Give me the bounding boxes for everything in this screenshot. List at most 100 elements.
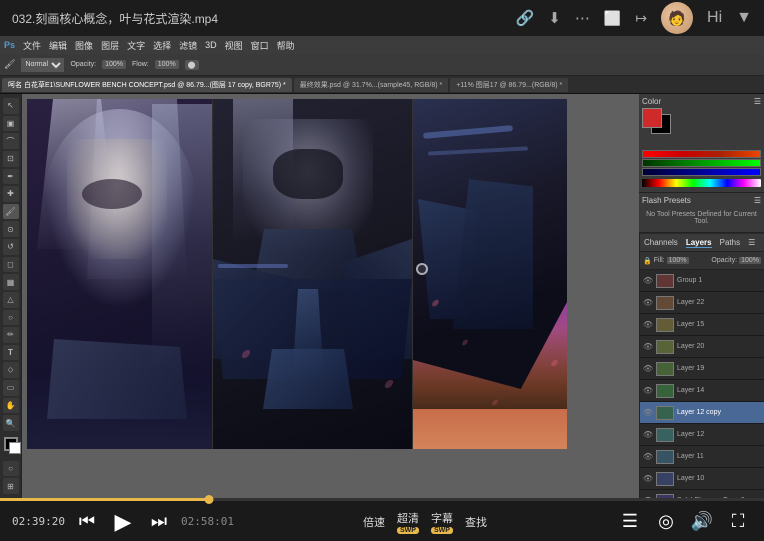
layer-eye-0[interactable]: 👁 [643, 276, 653, 286]
progress-container[interactable] [0, 498, 764, 501]
ps-menu-select[interactable]: 选择 [153, 39, 171, 52]
ps-tab-2[interactable]: +11% 图层17 @ 86.79...(RGB/8) * [450, 78, 568, 92]
layer-item-1[interactable]: 👁Layer 22 [640, 292, 764, 314]
tool-zoom[interactable]: 🔍 [3, 415, 19, 431]
tool-gradient[interactable]: ▦ [3, 274, 19, 290]
layer-item-7[interactable]: 👁Layer 12 [640, 424, 764, 446]
ps-tab-0[interactable]: 呵名 白花草E1\SUNFLOWER BENCH CONCEPT.psd @ 8… [2, 78, 292, 92]
prev-button[interactable]: ⏮ [73, 508, 101, 536]
tool-pen[interactable]: ✏ [3, 327, 19, 343]
layer-item-8[interactable]: 👁Layer 11 [640, 446, 764, 468]
ps-flow-label: Flow: [132, 61, 149, 68]
color-spectrum[interactable] [642, 179, 761, 187]
layer-eye-2[interactable]: 👁 [643, 320, 653, 330]
layer-item-10[interactable]: 👁Solid Blossom Face 6 [640, 490, 764, 498]
r-slider[interactable] [642, 150, 761, 158]
ps-menu-filter[interactable]: 滤镜 [179, 39, 197, 52]
layer-item-4[interactable]: 👁Layer 19 [640, 358, 764, 380]
tool-eyedrop[interactable]: ✒ [3, 169, 19, 185]
ps-menu-image[interactable]: 图像 [75, 39, 93, 52]
tool-blur[interactable]: △ [3, 292, 19, 308]
g-slider[interactable] [642, 159, 761, 167]
fg-color-swatch[interactable] [642, 108, 662, 128]
tool-crop[interactable]: ⊡ [3, 151, 19, 167]
layer-item-5[interactable]: 👁Layer 14 [640, 380, 764, 402]
layer-eye-7[interactable]: 👁 [643, 430, 653, 440]
ps-opacity-value[interactable]: 100% [102, 60, 126, 69]
fill-label: Fill: [654, 257, 665, 264]
ps-blend-mode[interactable]: Normal [21, 58, 64, 72]
tool-mask[interactable]: ○ [3, 461, 19, 477]
layer-thumb-0 [656, 274, 674, 288]
download-icon[interactable]: ⬇ [548, 9, 561, 27]
tool-lasso[interactable]: ⌒ [3, 133, 19, 149]
ps-menu-text[interactable]: 文字 [127, 39, 145, 52]
tool-quick[interactable]: ⊞ [3, 478, 19, 494]
pip-icon[interactable]: ⬜ [604, 10, 621, 27]
layer-eye-6[interactable]: 👁 [643, 408, 653, 418]
ps-menu-file[interactable]: 文件 [23, 39, 41, 52]
tool-dodge[interactable]: ○ [3, 310, 19, 326]
layer-eye-8[interactable]: 👁 [643, 452, 653, 462]
tool-select[interactable]: ▣ [3, 116, 19, 132]
layer-item-3[interactable]: 👁Layer 20 [640, 336, 764, 358]
avatar[interactable]: 🧑 [661, 2, 693, 34]
ps-screenshot: Ps 文件 编辑 图像 图层 文字 选择 滤镜 3D 视图 窗口 帮助 🖌 No… [0, 36, 764, 498]
speed-button[interactable]: 倍速 [363, 514, 385, 530]
flash-presets-menu[interactable]: ☰ [754, 196, 761, 205]
playlist-button[interactable]: ☰ [616, 508, 644, 536]
fullscreen-button[interactable]: ⛶ [724, 508, 752, 536]
more-icon[interactable]: ⋯ [575, 9, 590, 27]
find-button[interactable]: 查找 [465, 514, 487, 530]
layers-panel-menu[interactable]: ☰ [748, 238, 755, 247]
opacity-value[interactable]: 100% [739, 257, 761, 264]
share-icon[interactable]: 🔗 [516, 9, 535, 27]
ps-menu-help[interactable]: 帮助 [277, 39, 295, 52]
ps-flow-value[interactable]: 100% [155, 60, 179, 69]
color-panel-menu[interactable]: ☰ [754, 97, 761, 106]
ps-menu-layer[interactable]: 图层 [101, 39, 119, 52]
ps-menu-window[interactable]: 窗口 [251, 39, 269, 52]
tool-move[interactable]: ↖ [3, 98, 19, 114]
layers-tab[interactable]: Layers [686, 238, 712, 248]
b-slider[interactable] [642, 168, 761, 176]
layer-eye-9[interactable]: 👁 [643, 474, 653, 484]
paths-tab[interactable]: Paths [720, 238, 740, 247]
volume-button[interactable]: 🔊 [688, 508, 716, 536]
tool-text[interactable]: T [3, 345, 19, 361]
layer-item-0[interactable]: 👁Group 1 [640, 270, 764, 292]
layer-eye-3[interactable]: 👁 [643, 342, 653, 352]
layer-item-2[interactable]: 👁Layer 15 [640, 314, 764, 336]
next-button[interactable]: ⏭ [145, 508, 173, 536]
subtitle-button[interactable]: 字幕 SWP [431, 510, 453, 534]
layer-eye-5[interactable]: 👁 [643, 386, 653, 396]
tool-shape[interactable]: ▭ [3, 380, 19, 396]
layer-item-6[interactable]: 👁Layer 12 copy [640, 402, 764, 424]
tool-brush[interactable]: 🖌 [3, 204, 19, 220]
fill-value[interactable]: 100% [667, 257, 689, 264]
layer-item-9[interactable]: 👁Layer 10 [640, 468, 764, 490]
tool-hand[interactable]: ✋ [3, 398, 19, 414]
layers-controls-row: 🔒 Fill: 100% Opacity: 100% [640, 252, 764, 270]
fg-color[interactable] [4, 437, 18, 451]
ps-menu-view[interactable]: 视图 [225, 39, 243, 52]
layer-eye-4[interactable]: 👁 [643, 364, 653, 374]
play-button[interactable]: ▶ [109, 508, 137, 536]
hi-label[interactable]: Hi [707, 9, 722, 27]
ps-menu-edit[interactable]: 编辑 [49, 39, 67, 52]
quality-button[interactable]: 超清 SWP [397, 510, 419, 534]
ps-tab-1[interactable]: 最终效果.psd @ 31.7%...(sample45, RGB/8) * [294, 78, 449, 92]
tool-path[interactable]: ⬦ [3, 362, 19, 378]
hi-chevron-icon[interactable]: ▼ [736, 9, 752, 27]
tool-history[interactable]: ↺ [3, 239, 19, 255]
tool-stamp[interactable]: ⊙ [3, 221, 19, 237]
tool-eraser[interactable]: ◻ [3, 257, 19, 273]
layer-eye-1[interactable]: 👁 [643, 298, 653, 308]
ps-menu-3d[interactable]: 3D [205, 40, 217, 50]
channels-tab[interactable]: Channels [644, 238, 678, 247]
airplay-button[interactable]: ◎ [652, 508, 680, 536]
ps-brush-size[interactable]: ⬤ [185, 60, 199, 70]
tool-heal[interactable]: ✚ [3, 186, 19, 202]
layers-panel: Channels Layers Paths ☰ 🔒 Fill: 100% Opa… [640, 234, 764, 498]
cast-icon[interactable]: ↦ [635, 10, 647, 27]
